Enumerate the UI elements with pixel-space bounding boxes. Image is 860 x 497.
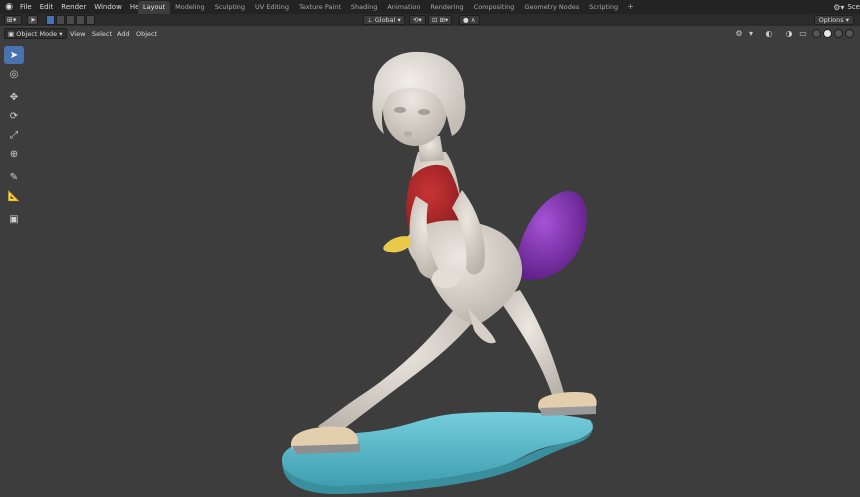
tab-compositing[interactable]: Compositing (469, 1, 520, 14)
tool-header: ⊞▾ ➤ ⊥ Global ▾ ⟲▾ ⊡ ⊞▾ ● ∧ Options ▾ (0, 14, 860, 26)
editor-type-icon: ⊞▾ (7, 16, 17, 24)
sculpt-figure (282, 51, 597, 494)
xray-icon[interactable]: ▭ (798, 29, 808, 38)
options-label: Options (818, 16, 844, 24)
cursor-arrow-icon: ➤ (30, 16, 36, 24)
menu-add[interactable]: Add (117, 28, 130, 40)
select-subtract-icon[interactable] (66, 15, 75, 25)
cursor-icon[interactable]: ◎ (4, 65, 24, 83)
purple-tail (515, 191, 588, 280)
tab-rendering[interactable]: Rendering (425, 1, 468, 14)
tab-modeling[interactable]: Modeling (170, 1, 210, 14)
visibility-icon[interactable]: ⚙ (734, 29, 744, 38)
3d-viewport[interactable] (0, 40, 860, 497)
top-menu-bar: ◉ File Edit Render Window Help Layout Mo… (0, 0, 860, 14)
tab-animation[interactable]: Animation (382, 1, 425, 14)
proportional-edit-icon: ● ∧ (463, 16, 476, 24)
menu-file[interactable]: File (16, 0, 36, 14)
tab-sculpting[interactable]: Sculpting (210, 1, 250, 14)
add-cube-icon[interactable]: ▣ (4, 210, 24, 228)
menu-object[interactable]: Object (136, 28, 157, 40)
gizmo-icon[interactable]: ◐ (764, 29, 774, 38)
select-box-icon[interactable]: ➤ (4, 46, 24, 64)
blender-logo-icon[interactable]: ◉ (2, 0, 16, 14)
select-intersect-icon[interactable] (86, 15, 95, 25)
scene-selector[interactable]: ⚙▾ Sce (833, 0, 860, 14)
wireframe-shading-icon[interactable] (812, 29, 821, 38)
snap-dropdown[interactable]: ⊡ ⊞▾ (428, 15, 453, 25)
overlay-icon[interactable]: ◑ (784, 29, 794, 38)
mouth (404, 131, 412, 137)
tab-scripting[interactable]: Scripting (584, 1, 623, 14)
menu-edit[interactable]: Edit (36, 0, 58, 14)
scene-icon: ⚙▾ (833, 2, 845, 12)
orientation-label: Global (374, 16, 396, 24)
tab-shading[interactable]: Shading (346, 1, 382, 14)
scale-icon[interactable]: ⤢ (4, 126, 24, 144)
viewport-header: ▣ Object Mode ▾ View Select Add Object ⚙… (0, 27, 860, 40)
snap-icon: ⊡ ⊞▾ (432, 16, 449, 24)
select-new-icon[interactable] (46, 15, 55, 25)
selection-mode-icons (46, 15, 95, 25)
tab-texture-paint[interactable]: Texture Paint (294, 1, 346, 14)
select-invert-icon[interactable] (76, 15, 85, 25)
select-extend-icon[interactable] (56, 15, 65, 25)
material-shading-icon[interactable] (834, 29, 843, 38)
tab-geometry-nodes[interactable]: Geometry Nodes (519, 1, 584, 14)
rotate-icon[interactable]: ⟳ (4, 107, 24, 125)
pivot-icon: ⟲▾ (413, 16, 422, 24)
object-mode-dropdown[interactable]: ▣ Object Mode ▾ (4, 28, 67, 39)
menu-window[interactable]: Window (90, 0, 126, 14)
pivot-point-dropdown[interactable]: ⟲▾ (409, 15, 426, 25)
add-workspace-button[interactable]: + (623, 1, 638, 14)
shading-mode-group (812, 29, 854, 38)
scene-label: Sce (847, 3, 860, 11)
menu-view[interactable]: View (70, 28, 85, 40)
active-tool-button[interactable]: ➤ (27, 15, 38, 25)
transform-orientation-dropdown[interactable]: ⊥ Global ▾ (363, 15, 405, 25)
orientation-icon: ⊥ (367, 16, 375, 24)
left-eye (394, 107, 406, 113)
editor-type-dropdown[interactable]: ⊞▾ (4, 15, 22, 25)
measure-icon[interactable]: 📐 (4, 187, 24, 205)
object-mode-icon: ▣ (8, 30, 17, 38)
proportional-edit-dropdown[interactable]: ● ∧ (459, 15, 480, 25)
menu-select[interactable]: Select (92, 28, 112, 40)
rendered-shading-icon[interactable] (845, 29, 854, 38)
annotate-icon[interactable]: ✎ (4, 168, 24, 186)
solid-shading-icon[interactable] (823, 29, 832, 38)
tool-shelf: ➤ ◎ ✥ ⟳ ⤢ ⊕ ✎ 📐 ▣ (4, 46, 26, 229)
options-dropdown[interactable]: Options ▾ (813, 15, 854, 25)
tab-uv-editing[interactable]: UV Editing (250, 1, 294, 14)
transform-icon[interactable]: ⊕ (4, 145, 24, 163)
visibility-dropdown-icon[interactable]: ▾ (746, 29, 756, 38)
right-eye (418, 109, 430, 115)
move-icon[interactable]: ✥ (4, 88, 24, 106)
hands (432, 268, 460, 288)
main-menu: File Edit Render Window Help (16, 0, 150, 14)
right-leg (498, 290, 566, 400)
workspace-tabs: Layout Modeling Sculpting UV Editing Tex… (138, 1, 638, 14)
menu-render[interactable]: Render (57, 0, 90, 14)
mode-label: Object Mode (16, 30, 58, 38)
tab-layout[interactable]: Layout (138, 1, 171, 14)
